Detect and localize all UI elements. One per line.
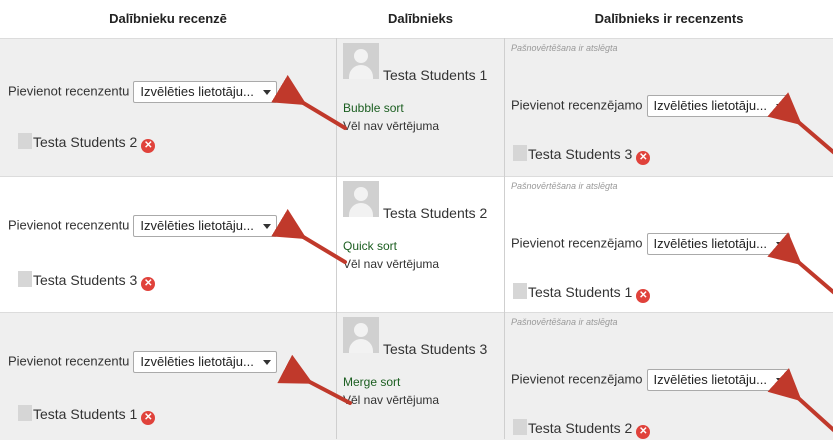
add-reviewer-label: Pievienot recenzentu — [8, 83, 130, 99]
reviewer-entry: Testa Students 1 ✕ — [18, 405, 156, 425]
reviewee-entry: Testa Students 3 ✕ — [513, 145, 651, 165]
add-reviewee-label: Pievienot recenzējamo — [511, 97, 643, 113]
header-peer-review: Dalībnieku recenzē — [109, 11, 227, 26]
chevron-down-icon — [775, 104, 784, 109]
column-divider — [504, 38, 505, 439]
reviewer-select-value: Izvēlēties lietotāju... — [140, 354, 254, 369]
add-reviewer-label: Pievienot recenzentu — [8, 217, 130, 233]
allocation-table: Dalībnieku recenzē Dalībnieks Dalībnieks… — [0, 0, 833, 440]
header-participant: Dalībnieks — [387, 11, 454, 26]
reviewer-select[interactable]: Izvēlēties lietotāju... — [133, 351, 277, 373]
remove-icon[interactable]: ✕ — [636, 289, 651, 303]
table-row: Pievienot recenzentu Izvēlēties lietotāju… — [0, 38, 833, 176]
chevron-down-icon — [262, 224, 271, 229]
participant-name: Testa Students 1 — [383, 67, 488, 83]
reviewee-select[interactable]: Izvēlēties lietotāju... — [646, 233, 790, 255]
chevron-down-icon — [775, 242, 784, 247]
remove-icon[interactable]: ✕ — [141, 411, 156, 425]
add-reviewee-label: Pievienot recenzējamo — [511, 371, 643, 387]
user-avatar-icon — [18, 405, 32, 421]
user-avatar-icon — [343, 181, 379, 217]
user-avatar-icon — [18, 133, 32, 149]
participant-cell: Testa Students 2 Quick sort Vēl nav vērt… — [337, 177, 504, 312]
self-assessment-note: Pašnovērtēšana ir atslēgta — [511, 43, 618, 53]
reviewees-cell: Pašnovērtēšana ir atslēgta Pievienot rec… — [505, 39, 833, 176]
grade-status: Vēl nav vērtējuma — [343, 257, 440, 271]
reviewer-select[interactable]: Izvēlēties lietotāju... — [133, 81, 277, 103]
reviewer-select[interactable]: Izvēlēties lietotāju... — [133, 215, 277, 237]
reviewee-entry: Testa Students 1 ✕ — [513, 283, 651, 303]
reviewees-cell: Pašnovērtēšana ir atslēgta Pievienot rec… — [505, 313, 833, 440]
reviewers-cell: Pievienot recenzentu Izvēlēties lietotāju… — [0, 313, 336, 440]
chevron-down-icon — [775, 378, 784, 383]
reviewee-name: Testa Students 3 — [528, 146, 633, 162]
reviewee-select-value: Izvēlēties lietotāju... — [653, 236, 767, 251]
submission-link[interactable]: Merge sort — [343, 375, 400, 389]
table-row: Pievienot recenzentu Izvēlēties lietotāju… — [0, 312, 833, 440]
remove-icon[interactable]: ✕ — [636, 425, 651, 439]
participant-name: Testa Students 3 — [383, 341, 488, 357]
user-avatar-icon — [343, 317, 379, 353]
participant-cell: Testa Students 1 Bubble sort Vēl nav vēr… — [337, 39, 504, 176]
reviewee-name: Testa Students 1 — [528, 284, 633, 300]
add-reviewer-label: Pievienot recenzentu — [8, 353, 130, 369]
reviewer-select-value: Izvēlēties lietotāju... — [140, 84, 254, 99]
reviewee-name: Testa Students 2 — [528, 420, 633, 436]
add-reviewee-label: Pievienot recenzējamo — [511, 235, 643, 251]
reviewees-cell: Pašnovērtēšana ir atslēgta Pievienot rec… — [505, 177, 833, 312]
reviewer-entry: Testa Students 2 ✕ — [18, 133, 156, 153]
reviewer-name: Testa Students 3 — [33, 272, 138, 288]
chevron-down-icon — [262, 90, 271, 95]
participant-cell: Testa Students 3 Merge sort Vēl nav vērt… — [337, 313, 504, 440]
column-divider — [336, 38, 337, 439]
reviewer-select-value: Izvēlēties lietotāju... — [140, 218, 254, 233]
reviewee-select[interactable]: Izvēlēties lietotāju... — [646, 95, 790, 117]
reviewee-select[interactable]: Izvēlēties lietotāju... — [646, 369, 790, 391]
reviewee-select-value: Izvēlēties lietotāju... — [653, 98, 767, 113]
user-avatar-icon — [18, 271, 32, 287]
participant-name: Testa Students 2 — [383, 205, 488, 221]
reviewer-name: Testa Students 1 — [33, 406, 138, 422]
remove-icon[interactable]: ✕ — [636, 151, 651, 165]
self-assessment-note: Pašnovērtēšana ir atslēgta — [511, 181, 618, 191]
grade-status: Vēl nav vērtējuma — [343, 119, 440, 133]
submission-link[interactable]: Bubble sort — [343, 101, 404, 115]
chevron-down-icon — [262, 360, 271, 365]
user-avatar-icon — [513, 283, 527, 299]
reviewer-entry: Testa Students 3 ✕ — [18, 271, 156, 291]
submission-link[interactable]: Quick sort — [343, 239, 397, 253]
reviewer-name: Testa Students 2 — [33, 134, 138, 150]
reviewee-select-value: Izvēlēties lietotāju... — [653, 372, 767, 387]
user-avatar-icon — [513, 145, 527, 161]
header-participant-reviewer: Dalībnieks ir recenzents — [594, 11, 744, 26]
reviewers-cell: Pievienot recenzentu Izvēlēties lietotāju… — [0, 177, 336, 312]
table-row: Pievienot recenzentu Izvēlēties lietotāju… — [0, 176, 833, 312]
self-assessment-note: Pašnovērtēšana ir atslēgta — [511, 317, 618, 327]
remove-icon[interactable]: ✕ — [141, 277, 156, 291]
reviewee-entry: Testa Students 2 ✕ — [513, 419, 651, 439]
remove-icon[interactable]: ✕ — [141, 139, 156, 153]
grade-status: Vēl nav vērtējuma — [343, 393, 440, 407]
user-avatar-icon — [513, 419, 527, 435]
user-avatar-icon — [343, 43, 379, 79]
reviewers-cell: Pievienot recenzentu Izvēlēties lietotāju… — [0, 39, 336, 176]
